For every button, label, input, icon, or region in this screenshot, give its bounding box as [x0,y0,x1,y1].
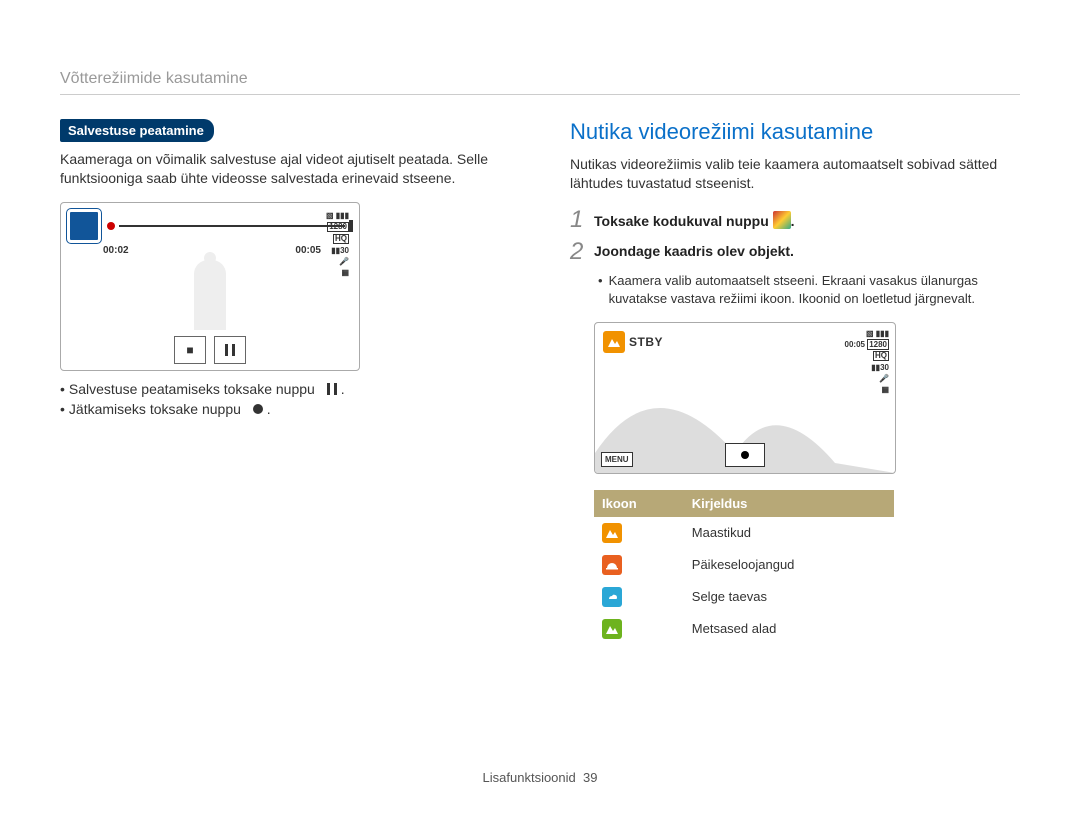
section-tag: Salvestuse peatamine [60,119,214,142]
step-number-2: 2 [570,239,594,265]
record-icon [253,404,263,414]
stop-button[interactable]: ■ [174,336,206,364]
breadcrumb: Võtterežiimide kasutamine [60,70,1020,95]
pause-icon [327,383,337,395]
forest-icon [602,619,622,639]
camera-smart-preview: STBY ▧ ▮▮▮ 00:05 1280 HQ ▮▮30 🎤 ▦ MENU [594,322,896,474]
camera-recording-preview: ▧ ▮▮▮ 1280 HQ ▮▮30 🎤 ▦ 00:02 00:05 [60,202,360,371]
table-row: Maastikud [594,517,894,549]
scene-icon-table: Ikoon Kirjeldus Maastikud Päikeseloojang… [594,490,894,645]
subject-silhouette [194,260,226,330]
movie-mode-icon [67,209,101,243]
table-row: Selge taevas [594,581,894,613]
step-2-text: Joondage kaadris olev objekt. [594,239,794,259]
record-button[interactable] [725,443,765,467]
th-desc: Kirjeldus [684,490,894,517]
bullet-resume: •Jätkamiseks toksake nuppu . [60,401,510,417]
standby-label: STBY [629,335,663,349]
record-progress [107,222,353,230]
landscape-icon [602,523,622,543]
sunset-icon [602,555,622,575]
section-heading: Nutika videorežiimi kasutamine [570,119,1020,145]
clear-sky-icon [602,587,622,607]
table-row: Päikeseloojangud [594,549,894,581]
page-footer: Lisafunktsioonid 39 [0,770,1080,785]
status-icons-left: ▧ ▮▮▮ 1280 HQ ▮▮30 🎤 ▦ [326,211,349,277]
elapsed-time: 00:02 [103,245,129,256]
step-2-sub: •Kaamera valib automaatselt stseeni. Ekr… [598,272,1020,308]
menu-button[interactable]: MENU [601,452,633,467]
step-number-1: 1 [570,207,594,233]
step-1-text: Toksake kodukuval nuppu . [594,207,795,229]
th-icon: Ikoon [594,490,684,517]
intro-paragraph-left: Kaameraga on võimalik salvestuse ajal vi… [60,150,510,188]
pause-button[interactable] [214,336,246,364]
total-time: 00:05 [295,245,321,256]
landscape-scene-icon [603,331,625,353]
smart-movie-app-icon [773,211,791,229]
table-row: Metsased alad [594,613,894,645]
intro-paragraph-right: Nutikas videorežiimis valib teie kaamera… [570,155,1020,193]
bullet-pause: •Salvestuse peatamiseks toksake nuppu . [60,381,510,397]
